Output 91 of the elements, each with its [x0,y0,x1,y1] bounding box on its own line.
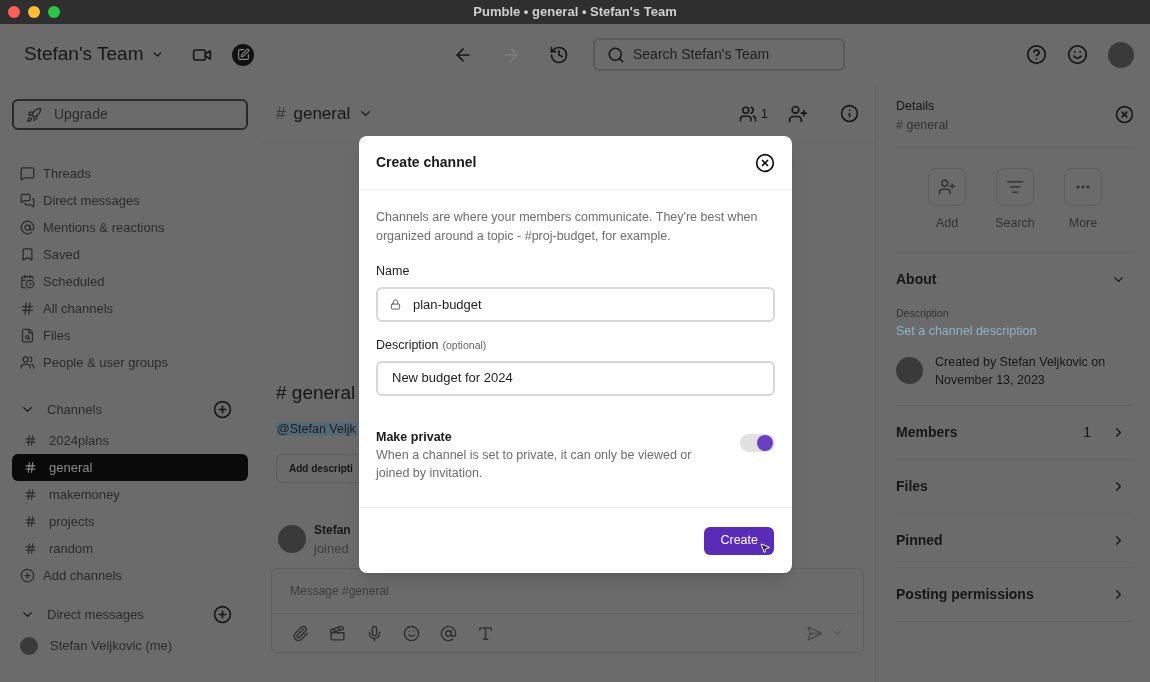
sidebar-item[interactable]: Threads [12,160,248,187]
about-header[interactable]: About [896,269,1134,291]
emoji-icon[interactable] [403,624,420,642]
avatar [1108,41,1134,68]
sidebar-item-icon [20,220,35,235]
pen-icon [236,48,250,61]
add-icon[interactable] [213,605,232,624]
avatar [20,636,38,655]
details-section[interactable]: Pinned [896,513,1134,568]
smiley-icon[interactable] [1067,44,1088,65]
sidebar-item-icon [20,274,35,289]
sidebar-item[interactable]: Files [12,322,248,349]
hash-icon [24,434,37,447]
toggle-title: Make private [376,428,453,446]
details-section[interactable]: Files [896,459,1134,514]
hash-icon [24,515,37,528]
cursor-icon [759,541,771,554]
close-window-icon[interactable] [8,6,20,18]
rocket-icon [26,106,42,123]
clapperboard-icon[interactable] [329,624,346,642]
set-description-link[interactable]: Set a channel description [896,322,1134,341]
toggle-description: When a channel is set to private, it can only be viewed or joined by invitation. [376,447,693,483]
add-icon [20,568,35,583]
microphone-icon[interactable] [366,624,383,642]
sidebar-item[interactable]: People & user groups [12,349,248,376]
details-section[interactable]: Members 1 [896,405,1134,460]
private-toggle[interactable] [740,433,775,452]
section-title: Direct messages [47,605,144,624]
avatar [896,357,923,385]
compose-button[interactable] [232,43,255,66]
history-icon[interactable] [549,44,569,65]
info-icon[interactable] [840,104,859,123]
sidebar-item-icon [20,301,35,316]
description-input[interactable]: New budget for 2024 [376,360,775,396]
text-format-icon[interactable] [477,624,494,642]
create-button[interactable]: Create [704,526,774,555]
channel-item[interactable]: projects [12,508,248,535]
dialog-title: Create channel [376,153,477,172]
sidebar-item[interactable]: Direct messages [12,187,248,214]
window-title: Pumble • general • Stefan's Team [473,3,677,22]
channel-item[interactable]: general [12,454,248,481]
upgrade-button[interactable]: Upgrade [12,99,248,130]
action-icon [1076,184,1090,189]
sidebar-item-icon [20,328,35,343]
description-label: Description [896,306,950,322]
details-channel: # general [896,116,949,134]
at-sign-icon[interactable] [440,624,457,642]
dialog-description: Channels are where your members communicate. They're best when organized around a topic - #proj-budget, for example. [376,209,759,245]
channel-title[interactable]: # general [276,100,374,127]
add-icon[interactable] [213,400,232,419]
hash-icon [24,461,37,474]
members-icon[interactable] [738,104,757,123]
name-input[interactable]: plan-budget [376,286,775,322]
maximize-window-icon[interactable] [48,6,60,18]
minimize-window-icon[interactable] [28,6,40,18]
search-icon [607,45,625,64]
channel-item[interactable]: random [12,535,248,562]
sidebar-item-icon [20,355,35,370]
section-title: Channels [47,400,102,419]
channel-item[interactable]: 2024plans [12,427,248,454]
dm-item[interactable]: Stefan Veljkovic (me) [12,632,248,659]
close-icon[interactable] [755,152,775,173]
field-label: Description [376,336,439,354]
action-icon [938,177,956,196]
optional-hint: (optional) [442,337,487,353]
sidebar-item[interactable]: Scheduled [12,268,248,295]
add-person-icon[interactable] [788,103,808,124]
sidebar-item-icon [20,193,35,208]
field-label: Name [376,263,411,280]
sidebar-item[interactable]: All channels [12,295,248,322]
message-author: Stefan [314,521,351,539]
section-count: 1 [1083,422,1091,442]
team-name[interactable]: Stefan's Team [24,40,165,69]
details-title: Details [896,98,936,115]
help-icon[interactable] [1026,44,1047,65]
mention-chip[interactable]: @Stefan Veljk [276,421,357,436]
hash-icon [24,542,37,555]
sidebar-item-icon [20,166,35,181]
lock-icon [390,298,401,310]
search-field[interactable]: Search Stefan's Team [593,38,845,71]
sidebar-item[interactable]: Saved [12,241,248,268]
sidebar-item-icon [20,247,35,262]
member-count: 1 [760,104,768,123]
created-info: Created by Stefan Veljkovic on November 13, 2023 [935,353,1107,389]
details-section[interactable]: Posting permissions [896,567,1134,622]
add-channels-link[interactable]: Add channels [12,562,248,589]
avatar [278,525,306,554]
channel-item[interactable]: makemoney [12,481,248,508]
sidebar-item[interactable]: Mentions & reactions [12,214,248,241]
hash-icon [24,488,37,501]
paperclip-icon[interactable] [292,624,309,642]
